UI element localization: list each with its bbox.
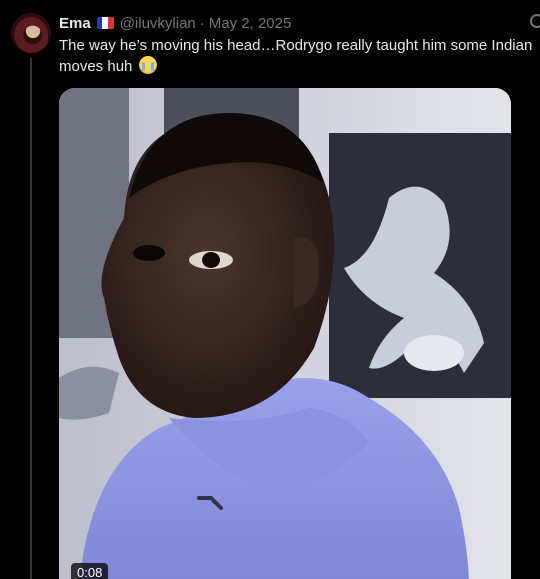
author-handle[interactable]: @iluvkylian xyxy=(120,15,196,32)
author-name[interactable]: Ema xyxy=(59,15,91,32)
separator-dot: · xyxy=(199,14,205,32)
tweet-text-content: The way he’s moving his head…Rodrygo rea… xyxy=(59,37,533,75)
tweet-text: The way he’s moving his head…Rodrygo rea… xyxy=(59,35,539,77)
video-player[interactable] xyxy=(59,88,511,579)
tweet-header: Ema @iluvkylian · May 2, 2025 xyxy=(59,13,291,33)
more-icon[interactable] xyxy=(530,14,540,28)
thread-line xyxy=(30,58,32,579)
avatar[interactable] xyxy=(11,13,51,53)
france-flag-icon xyxy=(96,17,114,29)
loudly-crying-face-icon xyxy=(138,56,157,74)
tweet: Ema @iluvkylian · May 2, 2025 The way he… xyxy=(0,0,540,579)
video-frame xyxy=(59,88,511,579)
video-duration-badge: 0:08 xyxy=(71,563,109,579)
post-date[interactable]: May 2, 2025 xyxy=(209,15,292,32)
